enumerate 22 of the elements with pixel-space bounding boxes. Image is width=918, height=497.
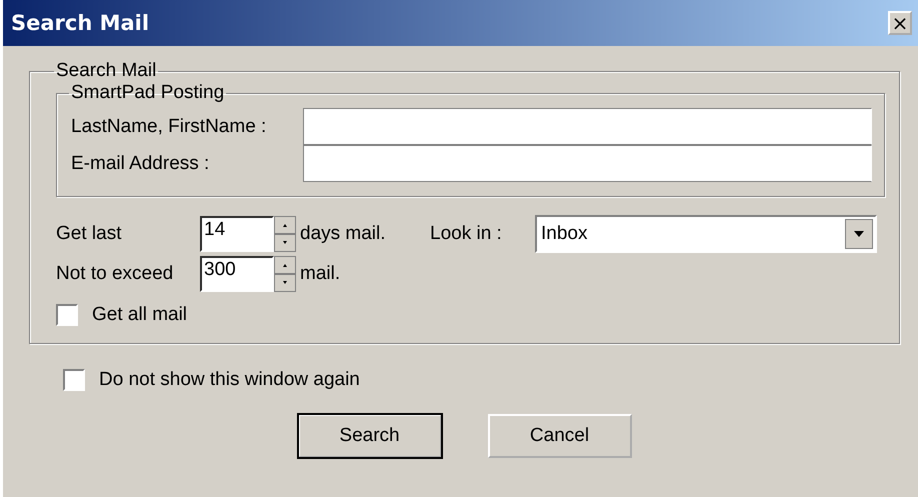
field-label: LastName, FirstName : bbox=[71, 116, 268, 138]
dropdown[interactable]: Inbox bbox=[535, 215, 877, 253]
number-field[interactable]: 300 bbox=[200, 256, 274, 292]
input-field[interactable] bbox=[303, 108, 872, 145]
checkbox[interactable]: Do not show this window again bbox=[63, 360, 900, 400]
spin-buttons[interactable] bbox=[274, 216, 296, 252]
look-in-label: Look in : bbox=[430, 223, 503, 245]
spinner-label: Get last bbox=[56, 223, 122, 245]
group-title: SmartPad Posting bbox=[70, 82, 226, 104]
dialog-button[interactable]: Cancel bbox=[488, 414, 632, 458]
checkbox[interactable]: Get all mail bbox=[56, 295, 887, 335]
group-title: Search Mail bbox=[55, 60, 158, 82]
spin-buttons[interactable] bbox=[274, 256, 296, 292]
window-title: Search Mail bbox=[11, 11, 150, 35]
spinner-suffix: days mail. bbox=[300, 223, 387, 245]
number-field[interactable]: 14 bbox=[200, 216, 274, 252]
spinner-suffix: mail. bbox=[300, 263, 342, 285]
dialog-button[interactable]: Search bbox=[298, 414, 442, 458]
field-label: E-mail Address : bbox=[71, 152, 210, 174]
close-button[interactable]: × bbox=[888, 11, 912, 35]
input-field[interactable] bbox=[303, 145, 872, 182]
spinner-label: Not to exceed bbox=[56, 263, 174, 285]
